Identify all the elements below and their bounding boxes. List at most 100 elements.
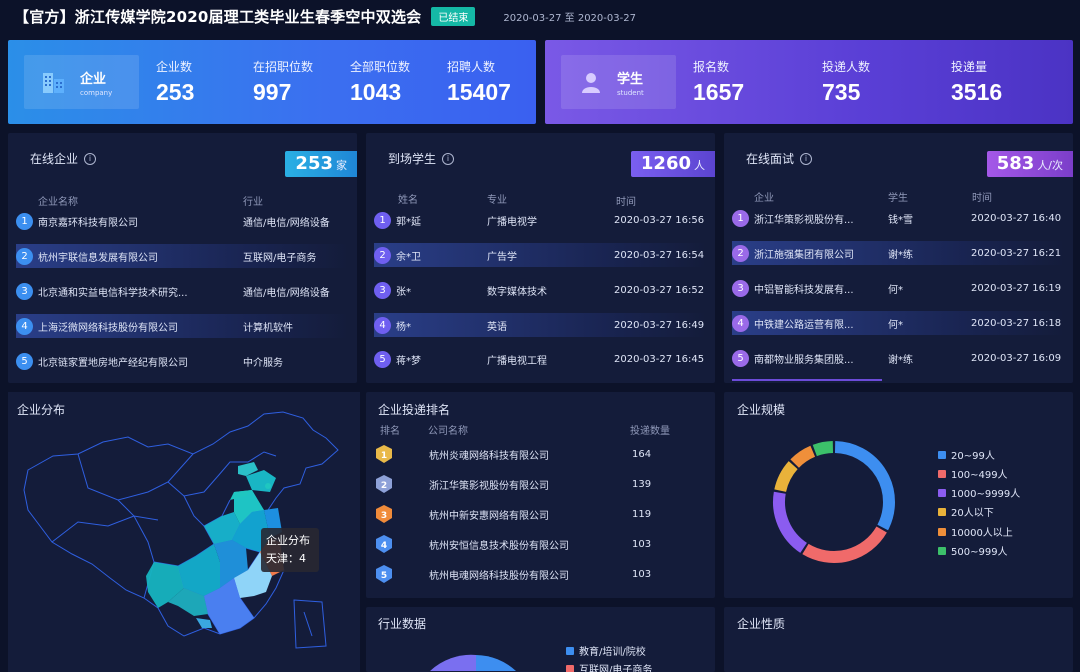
company-name: 杭州炎魂网络科技有限公司	[429, 450, 549, 462]
legend-label: 教育/培训/院校	[579, 647, 646, 658]
card-title: 在线面试	[746, 152, 795, 166]
legend-swatch	[938, 507, 946, 516]
table-row[interactable]: 2 杭州宇联信息发展有限公司 互联网/电子商务	[16, 244, 349, 268]
table-row[interactable]: 5 杭州电魂网络科技股份有限公司 103	[374, 559, 704, 589]
table-row[interactable]: 4 杭州安恒信息技术股份有限公司 103	[374, 529, 704, 559]
col-header: 学生	[888, 193, 908, 204]
stat-label: 全部职位数	[350, 60, 411, 74]
donut-slice	[834, 441, 895, 531]
stat-label: 在招职位数	[253, 60, 314, 74]
online-companies-card: 在线企业 i 253 家 企业名称 行业 1 南京嘉环科技有限公司 通信/电信/…	[8, 133, 357, 383]
student-name: 张*	[396, 286, 411, 298]
rank-number: 4	[381, 541, 387, 551]
rank-number: 5	[381, 571, 387, 581]
rank-badge-icon: 5	[374, 564, 394, 584]
count-unit: 人	[694, 159, 705, 172]
student-time: 2020-03-27 16:49	[614, 319, 705, 331]
stat-label: 投递人数	[822, 60, 871, 74]
student-stats-title: 学生	[617, 71, 644, 87]
table-row[interactable]: 5 北京链家置地房地产经纪有限公司 中介服务	[16, 349, 349, 373]
company-count-tag: 253 家	[285, 151, 357, 177]
col-header: 企业	[754, 193, 774, 204]
table-row[interactable]: 3 杭州中新安惠网络有限公司 119	[374, 499, 704, 529]
interviews-card: 在线面试 i 583 人/次 企业 学生 时间 1 浙江华策影视股份有... 钱…	[724, 133, 1073, 383]
table-row[interactable]: 3 张* 数字媒体技术 2020-03-27 16:52	[374, 278, 707, 302]
stat-value: 3516	[951, 79, 1003, 105]
student-count-tag: 1260 人	[630, 151, 715, 177]
map-tooltip: 企业分布 天津：4	[261, 528, 319, 572]
table-row[interactable]: 1 杭州炎魂网络科技有限公司 164	[374, 439, 704, 469]
table-row[interactable]: 2 浙江施强集团有限公司 谢*练 2020-03-27 16:21	[732, 241, 1065, 265]
table-row[interactable]: 3 中铝智能科技发展有... 何* 2020-03-27 16:19	[732, 276, 1065, 300]
row-number: 3	[16, 282, 33, 300]
student-time: 2020-03-27 16:52	[614, 284, 705, 296]
legend-swatch	[566, 664, 574, 672]
stat-hiring-count: 招聘人数 15407	[447, 58, 511, 106]
card-title: 企业性质	[737, 617, 786, 631]
table-row[interactable]: 4 中铁建公路运营有限... 何* 2020-03-27 16:18	[732, 311, 1065, 335]
row-number: 5	[374, 350, 391, 368]
table-row[interactable]: 1 郭*延 广播电视学 2020-03-27 16:56	[374, 208, 707, 232]
stat-company-count: 企业数 253	[156, 58, 194, 106]
legend-item: 10000人以上	[938, 524, 1013, 539]
info-icon[interactable]: i	[442, 152, 455, 165]
table-row[interactable]: 4 上海泛微网络科技股份有限公司 计算机软件	[16, 314, 349, 338]
info-icon[interactable]: i	[800, 152, 813, 165]
student-name: 蒋*梦	[396, 355, 421, 367]
row-number: 4	[16, 317, 33, 335]
table-row[interactable]: 5 蒋*梦 广播电视工程 2020-03-27 16:45	[374, 347, 707, 371]
student-major: 广告学	[487, 251, 517, 263]
stat-value: 735	[822, 79, 861, 105]
rank-number: 1	[381, 451, 387, 461]
company-stats-title: 企业	[80, 71, 107, 87]
stat-value: 1043	[350, 79, 402, 105]
student-major: 英语	[487, 321, 507, 333]
col-header: 专业	[487, 195, 507, 206]
legend-swatch	[938, 527, 946, 536]
legend-item: 100~499人	[938, 466, 1008, 481]
row-number: 2	[732, 244, 749, 262]
legend-label: 互联网/电子商务	[579, 665, 653, 672]
interview-student: 何*	[888, 284, 903, 296]
legend-label: 10000人以上	[951, 528, 1013, 539]
company-name: 北京链家置地房地产经纪有限公司	[38, 357, 188, 369]
page-title: 【官方】浙江传媒学院2020届理工类毕业生春季空中双选会	[14, 7, 422, 26]
legend-swatch	[938, 450, 946, 459]
students-card: 到场学生 i 1260 人 姓名 专业 时间 1 郭*延 广播电视学 2020-…	[366, 133, 715, 383]
company-name: 杭州安恒信息技术股份有限公司	[429, 540, 569, 552]
table-row[interactable]: 5 南都物业服务集团股... 谢*练 2020-03-27 16:09	[732, 346, 1065, 370]
info-icon[interactable]: i	[84, 152, 97, 165]
table-row[interactable]: 2 余*卫 广告学 2020-03-27 16:54	[374, 243, 707, 267]
col-header: 姓名	[398, 195, 418, 206]
card-title: 到场学生	[388, 152, 437, 166]
row-number: 4	[374, 316, 391, 334]
interview-time: 2020-03-27 16:40	[971, 212, 1062, 224]
table-row[interactable]: 1 浙江华策影视股份有... 钱*雪 2020-03-27 16:40	[732, 206, 1065, 230]
stat-value: 1657	[693, 79, 745, 105]
interview-company: 南都物业服务集团股...	[754, 354, 854, 366]
col-header: 投递数量	[630, 426, 670, 437]
company-name: 上海泛微网络科技股份有限公司	[38, 322, 178, 334]
table-row[interactable]: 1 南京嘉环科技有限公司 通信/电信/网络设备	[16, 209, 349, 233]
donut-slice	[774, 461, 798, 493]
donut-slice	[773, 491, 808, 553]
tooltip-title: 企业分布	[266, 534, 310, 547]
stat-applicants: 投递人数 735	[822, 58, 870, 106]
row-number: 1	[374, 211, 391, 229]
industry: 中介服务	[243, 357, 283, 369]
table-row[interactable]: 2 浙江华策影视股份有限公司 139	[374, 469, 704, 499]
application-count: 119	[632, 508, 652, 520]
table-row[interactable]: 4 杨* 英语 2020-03-27 16:49	[374, 313, 707, 337]
legend-item: 20~99人	[938, 447, 995, 462]
medal-silver-icon: 2	[374, 474, 394, 494]
student-name: 余*卫	[396, 251, 421, 263]
student-name: 杨*	[396, 321, 411, 333]
legend-label: 100~499人	[951, 470, 1008, 481]
scale-donut-chart[interactable]	[764, 432, 904, 572]
legend-item: 20人以下	[938, 504, 994, 519]
rank-number: 2	[381, 481, 387, 491]
industry-pie-chart[interactable]	[416, 651, 536, 672]
legend-swatch	[938, 488, 946, 497]
row-number: 3	[374, 281, 391, 299]
table-row[interactable]: 3 北京通和实益电信科学技术研究... 通信/电信/网络设备	[16, 279, 349, 303]
